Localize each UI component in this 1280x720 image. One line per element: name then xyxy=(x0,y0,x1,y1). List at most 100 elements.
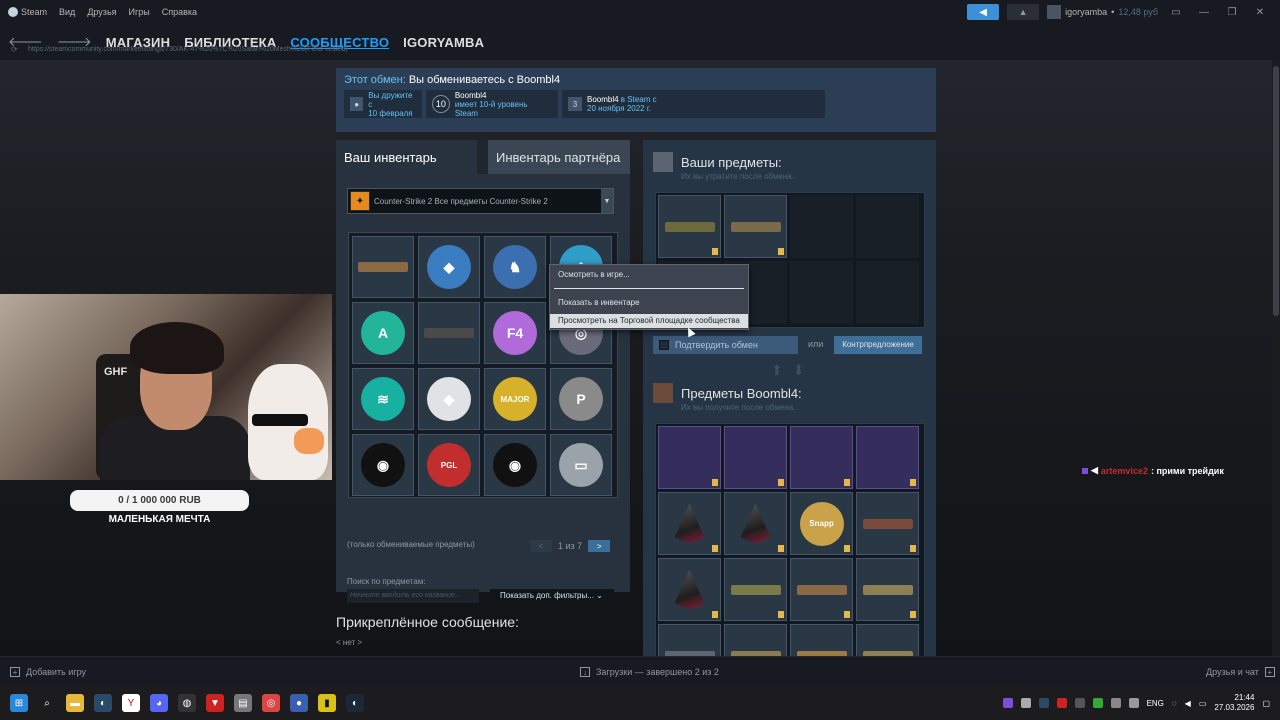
account-menu[interactable]: igoryamba • 12,48 руб xyxy=(1047,5,1158,19)
language-indicator[interactable]: ENG xyxy=(1147,699,1164,708)
search-icon[interactable]: ⌕ xyxy=(38,694,56,712)
item-context-menu: Осмотреть в игре... Показать в инвентаре… xyxy=(549,264,749,330)
sticker-slot[interactable] xyxy=(790,426,853,489)
game-select[interactable]: ✦ Counter-Strike 2 Все предметы Counter-… xyxy=(347,188,614,214)
tray-app-icon[interactable] xyxy=(1110,698,1121,708)
add-game-button[interactable]: + Добавить игру xyxy=(10,667,86,677)
weapon-icon xyxy=(730,221,781,232)
item-slot[interactable]: ◆ xyxy=(418,368,480,430)
sticker-slot[interactable] xyxy=(658,426,721,489)
item-slot[interactable]: ♞ xyxy=(484,236,546,298)
menu-view-on-market[interactable]: Просмотреть на Торговой площадке сообщес… xyxy=(550,314,748,328)
item-slot[interactable] xyxy=(856,261,919,324)
bell-icon: ▲ xyxy=(1018,7,1028,17)
tray-steam-icon[interactable] xyxy=(1038,698,1049,708)
item-slot[interactable] xyxy=(856,558,919,621)
item-slot[interactable] xyxy=(658,558,721,621)
close-icon[interactable]: ✕ xyxy=(1250,7,1270,18)
tray-shield-icon[interactable] xyxy=(1056,698,1067,708)
chrome-icon[interactable]: ◎ xyxy=(262,694,280,712)
item-slot[interactable] xyxy=(658,195,721,258)
chair-logo: GHF xyxy=(104,366,128,378)
item-slot[interactable] xyxy=(856,195,919,258)
nav-profile[interactable]: IGORYAMBA xyxy=(403,35,484,50)
menu-steam[interactable]: Steam xyxy=(8,7,47,18)
item-slot[interactable]: PGL xyxy=(418,434,480,496)
volume-icon[interactable]: ◀ xyxy=(1185,699,1191,708)
weapon-icon xyxy=(862,584,913,595)
clock[interactable]: 21:44 27.03.2026 xyxy=(1214,693,1254,713)
counter-offer-button[interactable]: Контрпредложение xyxy=(834,336,922,354)
show-filters-button[interactable]: Показать доп. фильтры... ⌄ xyxy=(490,589,614,603)
menu-view[interactable]: Вид xyxy=(59,7,75,17)
url-bar[interactable]: https://steamcommunity.com/market/listin… xyxy=(28,46,348,53)
prev-page-button[interactable]: < xyxy=(530,540,552,552)
tray-app-icon[interactable] xyxy=(1002,698,1013,708)
item-slot[interactable] xyxy=(790,558,853,621)
wallet-balance: 12,48 руб xyxy=(1118,7,1158,17)
tray-nvidia-icon[interactable] xyxy=(1092,698,1103,708)
scrollbar-thumb[interactable] xyxy=(1273,66,1279,316)
notepad-icon[interactable]: ▤ xyxy=(234,694,252,712)
notifications-button[interactable]: ▲ xyxy=(1007,4,1040,20)
discord-icon[interactable]: ◕ xyxy=(150,694,168,712)
file-explorer-icon[interactable]: ▬ xyxy=(66,694,84,712)
menu-games[interactable]: Игры xyxy=(129,7,150,17)
sticker-slot[interactable] xyxy=(724,426,787,489)
menu-help[interactable]: Справка xyxy=(162,7,197,17)
cs2-taskbar-icon[interactable]: ▮ xyxy=(318,694,336,712)
item-slot[interactable]: F4 xyxy=(484,302,546,364)
search-input[interactable]: Начните вводить его название... xyxy=(347,589,479,603)
big-picture-icon[interactable]: ▭ xyxy=(1166,7,1186,18)
item-slot[interactable]: ≋ xyxy=(352,368,414,430)
confirm-checkbox[interactable] xyxy=(659,340,669,350)
item-slot[interactable]: ◉ xyxy=(484,434,546,496)
friends-chat-button[interactable]: Друзья и чат + xyxy=(1206,667,1275,677)
menu-inspect-in-game[interactable]: Осмотреть в игре... xyxy=(550,268,748,282)
item-slot[interactable]: Snapp xyxy=(790,492,853,555)
battery-icon[interactable]: ▭ xyxy=(1199,699,1207,708)
microphone-icon[interactable] xyxy=(1128,698,1139,708)
obs-icon[interactable]: ◍ xyxy=(178,694,196,712)
downloads-status[interactable]: ↓ Загрузки — завершено 2 из 2 xyxy=(580,667,719,677)
app-icon[interactable]: ● xyxy=(290,694,308,712)
sticker-slot[interactable] xyxy=(856,426,919,489)
chat-mute-icon: ◀ xyxy=(1091,465,1098,475)
item-slot[interactable]: ◉ xyxy=(352,434,414,496)
windows-start-icon[interactable]: ⊞ xyxy=(10,694,28,712)
item-slot[interactable] xyxy=(790,261,853,324)
item-slot[interactable] xyxy=(856,492,919,555)
item-slot[interactable]: MAJOR xyxy=(484,368,546,430)
item-slot[interactable] xyxy=(724,558,787,621)
minimize-icon[interactable]: — xyxy=(1194,7,1214,18)
network-icon[interactable]: ◌ xyxy=(1172,699,1177,708)
tray-app-icon[interactable] xyxy=(1074,698,1085,708)
item-slot[interactable]: P xyxy=(550,368,612,430)
confirm-trade-button[interactable]: Подтвердить обмен xyxy=(653,336,798,354)
item-slot[interactable] xyxy=(352,236,414,298)
steam-taskbar-icon[interactable]: ◐ xyxy=(94,694,112,712)
faceit-icon[interactable]: ▼ xyxy=(206,694,224,712)
announcements-button[interactable]: ◀ xyxy=(967,4,1000,20)
menu-show-in-inventory[interactable]: Показать в инвентаре xyxy=(550,296,748,310)
item-slot[interactable] xyxy=(418,302,480,364)
reload-icon[interactable]: ⟳ xyxy=(11,45,18,54)
sticker-icon: P xyxy=(559,377,603,421)
tab-partner-inventory[interactable]: Инвентарь партнёра xyxy=(488,140,630,174)
item-slot[interactable]: A xyxy=(352,302,414,364)
tray-app-icon[interactable] xyxy=(1020,698,1031,708)
item-slot[interactable] xyxy=(724,195,787,258)
tab-your-inventory[interactable]: Ваш инвентарь xyxy=(336,140,477,174)
maximize-icon[interactable]: ❐ xyxy=(1222,7,1242,18)
item-slot[interactable]: ▭ xyxy=(550,434,612,496)
next-page-button[interactable]: > xyxy=(588,540,611,552)
steam-active-taskbar-icon[interactable]: ◐ xyxy=(346,694,364,712)
item-slot[interactable] xyxy=(658,492,721,555)
notifications-icon[interactable]: ▢ xyxy=(1262,699,1270,708)
sticker-icon: Snapp xyxy=(799,501,844,546)
item-slot[interactable] xyxy=(724,492,787,555)
menu-friends[interactable]: Друзья xyxy=(87,7,116,17)
item-slot[interactable]: ◆ xyxy=(418,236,480,298)
item-slot[interactable] xyxy=(790,195,853,258)
yandex-browser-icon[interactable]: Y xyxy=(122,694,140,712)
